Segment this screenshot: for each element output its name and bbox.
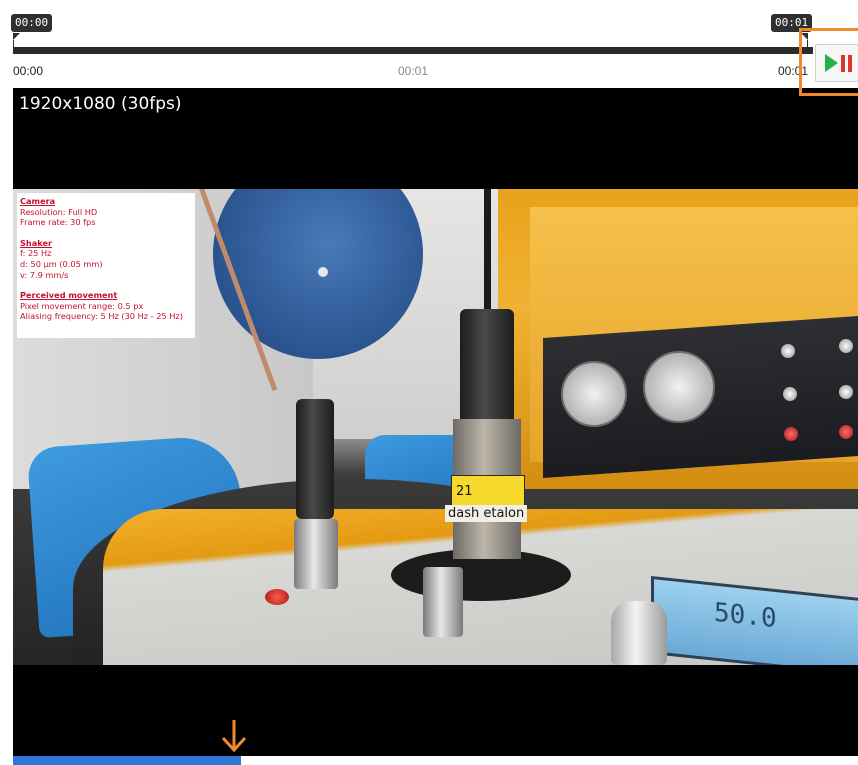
movement-range: Pixel movement range: 0.5 px <box>20 300 144 311</box>
movement-aliasing: Aliasing frequency: 5 Hz (30 Hz - 25 Hz) <box>20 311 183 322</box>
adapter-stud <box>839 425 853 439</box>
adapter-disc-velocity <box>561 361 627 427</box>
cable-black <box>484 189 491 329</box>
down-arrow-icon <box>221 720 247 753</box>
camera-heading: Camera <box>20 196 56 206</box>
camera-resolution: Resolution: Full HD <box>20 206 98 217</box>
start-marker-handle[interactable] <box>13 33 20 40</box>
camera-frame-rate: Frame rate: 30 fps <box>20 217 96 228</box>
measurement-info-overlay: Camera Resolution: Full HD Frame rate: 3… <box>17 193 195 338</box>
scale-label-mid: 00:01 <box>398 64 429 78</box>
shaker-frequency: f: 25 Hz <box>20 248 52 259</box>
adapter-stud <box>839 385 853 399</box>
timeline-bar: 00:00 00:01 00:00 00:01 00:01 <box>0 0 858 88</box>
adapter-disc-accelerometer <box>643 351 715 423</box>
display-value: 50.0 <box>714 597 777 635</box>
red-button <box>265 589 289 605</box>
shaker-velocity: v: 7.9 mm/s <box>20 269 69 280</box>
wall-clock-knob <box>318 267 328 277</box>
playback-progress-bar[interactable] <box>13 756 241 765</box>
movement-heading: Perceived movement <box>20 290 118 301</box>
sensor-tag-text: 21 <box>456 484 473 499</box>
adapter-stud <box>839 339 853 353</box>
start-time-badge: 00:00 <box>11 14 53 32</box>
shaker-heading: Shaker <box>20 237 53 248</box>
resolution-label: 1920x1080 (30fps) <box>19 94 182 114</box>
connector-sensor <box>460 309 514 429</box>
adapter-stud <box>784 427 798 441</box>
scrub-track[interactable] <box>13 47 813 54</box>
scale-label-start: 00:00 <box>13 64 44 78</box>
bnc-left <box>294 519 338 589</box>
control-knob <box>611 601 667 665</box>
adapter-stud <box>781 344 795 358</box>
video-player[interactable]: 1920x1080 (30fps) 50.0 21 dash etalon Ca… <box>13 88 858 756</box>
sensor-tag: 21 <box>451 475 525 509</box>
connector-left <box>296 399 334 519</box>
shaker-displacement: d: 50 µm (0.05 mm) <box>20 258 103 269</box>
bnc-right <box>423 567 463 637</box>
adapter-stud <box>783 387 797 401</box>
sensor-label: dash etalon <box>445 505 528 522</box>
play-pause-highlight <box>799 28 858 96</box>
